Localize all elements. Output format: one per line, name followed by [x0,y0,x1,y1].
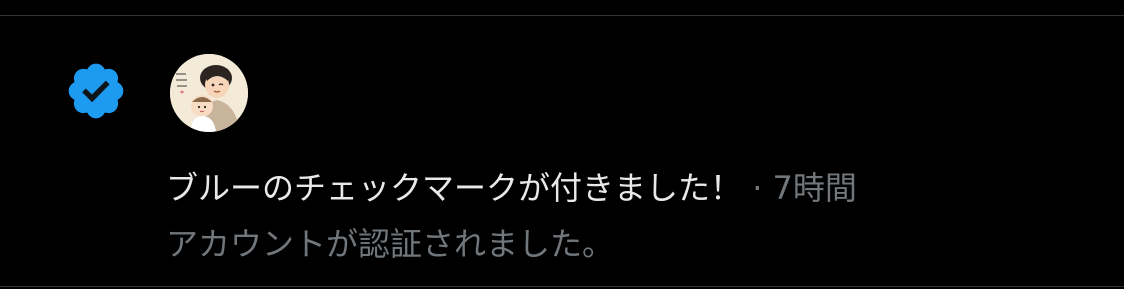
avatar-illustration [170,54,248,132]
notification-message: ブルーのチェックマークが付きました！ [166,169,743,207]
notification-time[interactable]: 7時間 [773,169,857,207]
verified-badge-icon [68,63,124,119]
notification-subtext: アカウントが認証されました。 [166,225,615,263]
notification-headline: ブルーのチェックマークが付きました！ · 7時間 [166,166,1066,210]
notification-item[interactable]: ブルーのチェックマークが付きました！ · 7時間 アカウントが認証されました。 [0,16,1124,286]
bottom-divider [0,286,1124,287]
meta-separator: · [752,169,763,207]
avatar[interactable] [170,54,248,132]
notification-text: ブルーのチェックマークが付きました！ · 7時間 アカウントが認証されました。 [166,166,1066,266]
